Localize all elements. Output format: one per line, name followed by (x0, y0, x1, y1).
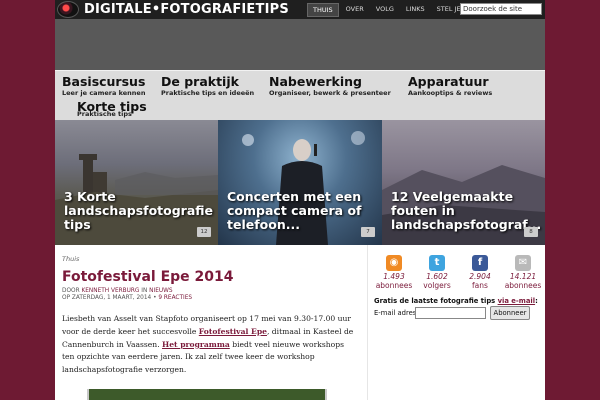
post-image[interactable] (87, 389, 327, 400)
mail-heading: Gratis de laatste fotografie tips via e-… (374, 297, 538, 305)
main-nav-apparatuur[interactable]: Apparatuur Aankooptips & reviews (408, 74, 492, 97)
featured-slider: 3 Korte landschapsfotografie tips 12 Con… (55, 120, 545, 245)
main-nav-title: Nabewerking (269, 74, 362, 89)
stat-label: abonnees (375, 281, 413, 290)
top-nav-thuis[interactable]: THUIS (307, 3, 339, 17)
email-field[interactable] (415, 307, 486, 319)
post-date: OP ZATERDAG, 1 MAART, 2014 • (62, 295, 157, 301)
page: DIGITALE•FOTOGRAFIETIPS THUIS OVER VOLG … (55, 0, 545, 400)
banner-area (55, 19, 545, 70)
main-nav: Basiscursus Leer je camera kennen De pra… (55, 70, 545, 120)
main-nav-korte-tips[interactable]: Korte tips Praktische tips (77, 99, 147, 118)
main-nav-subtitle: Praktische tips en ideeën (161, 89, 255, 97)
meta-prefix: DOOR (62, 288, 80, 294)
camera-lens-icon[interactable] (57, 1, 79, 18)
facebook-icon[interactable]: f (472, 255, 488, 271)
breadcrumb[interactable]: Thuis (62, 255, 79, 263)
post-body: Liesbeth van Asselt van Stapfoto organis… (62, 313, 357, 377)
mail-heading-text: Gratis de laatste fotografie tips (374, 297, 498, 305)
slide-caption[interactable]: 12 Veelgemaakte fouten in landschapsfoto… (391, 190, 541, 232)
via-email-link[interactable]: via e-mail (498, 297, 535, 305)
slide-caption[interactable]: Concerten met een compact camera of tele… (227, 190, 375, 232)
top-nav-links[interactable]: LINKS (401, 3, 430, 17)
post-meta-author: DOOR KENNETH VERBURG IN NIEUWS (62, 288, 173, 294)
stat-label: volgers (423, 281, 451, 290)
stat-number: 1.602 (426, 272, 448, 281)
stat-number: 14.121 (509, 272, 537, 281)
comment-count-badge[interactable]: 12 (197, 227, 211, 237)
slide-concert[interactable]: Concerten met een compact camera of tele… (218, 120, 382, 245)
comment-count-badge[interactable]: 8 (524, 227, 538, 237)
programma-link[interactable]: Het programma (162, 340, 230, 349)
top-bar: DIGITALE•FOTOGRAFIETIPS THUIS OVER VOLG … (55, 0, 545, 19)
stat-facebook[interactable]: f 2.904 fans (460, 255, 500, 290)
mail-heading-colon: : (535, 297, 538, 305)
fotofestival-link[interactable]: Fotofestival Epe (199, 327, 267, 336)
main-nav-basiscursus[interactable]: Basiscursus Leer je camera kennen (62, 74, 145, 97)
slide-mistakes[interactable]: 12 Veelgemaakte fouten in landschapsfoto… (382, 120, 545, 245)
post-meta-date: OP ZATERDAG, 1 MAART, 2014 • 9 REACTIES (62, 295, 192, 301)
top-nav-over[interactable]: OVER (341, 3, 369, 17)
main-nav-nabewerking[interactable]: Nabewerking Organiseer, bewerk & present… (269, 74, 391, 97)
reactions-link[interactable]: 9 REACTIES (158, 295, 192, 301)
twitter-icon[interactable]: t (429, 255, 445, 271)
sidebar: ◉ 1.493 abonnees t 1.602 volgers f 2.904… (367, 245, 545, 400)
main-nav-subtitle: Organiseer, bewerk & presenteer (269, 89, 391, 97)
comment-count-badge[interactable]: 7 (361, 227, 375, 237)
main-nav-subtitle: Aankooptips & reviews (408, 89, 493, 97)
email-icon[interactable]: ✉ (515, 255, 531, 271)
stat-label: fans (472, 281, 488, 290)
email-label: E-mail adres: (374, 309, 419, 317)
main-nav-subtitle: Leer je camera kennen (62, 89, 146, 97)
subscribe-button[interactable]: Abonneer (490, 306, 530, 320)
site-logo[interactable]: DIGITALE•FOTOGRAFIETIPS (84, 2, 289, 17)
stat-number: 2.904 (469, 272, 491, 281)
stat-number: 1.493 (383, 272, 405, 281)
slide-landscape[interactable]: 3 Korte landschapsfotografie tips 12 (55, 120, 218, 245)
main-nav-de-praktijk[interactable]: De praktijk Praktische tips en ideeën (161, 74, 254, 97)
stat-twitter[interactable]: t 1.602 volgers (417, 255, 457, 290)
slide-caption[interactable]: 3 Korte landschapsfotografie tips (64, 190, 213, 232)
stat-label: abonnees (504, 281, 542, 290)
stat-email[interactable]: ✉ 14.121 abonnees (503, 255, 543, 290)
meta-in: IN (141, 288, 148, 294)
post-title[interactable]: Fotofestival Epe 2014 (62, 269, 234, 285)
rss-icon[interactable]: ◉ (386, 255, 402, 271)
main-nav-title: De praktijk (161, 74, 239, 89)
stat-rss[interactable]: ◉ 1.493 abonnees (374, 255, 414, 290)
author-link[interactable]: KENNETH VERBURG (81, 288, 139, 294)
search-input[interactable] (460, 3, 542, 15)
main-nav-title: Apparatuur (408, 74, 489, 89)
top-nav-volg[interactable]: VOLG (371, 3, 399, 17)
category-link[interactable]: NIEUWS (149, 288, 172, 294)
main-nav-title: Basiscursus (62, 74, 146, 89)
post-content: Thuis Fotofestival Epe 2014 DOOR KENNETH… (55, 245, 365, 400)
